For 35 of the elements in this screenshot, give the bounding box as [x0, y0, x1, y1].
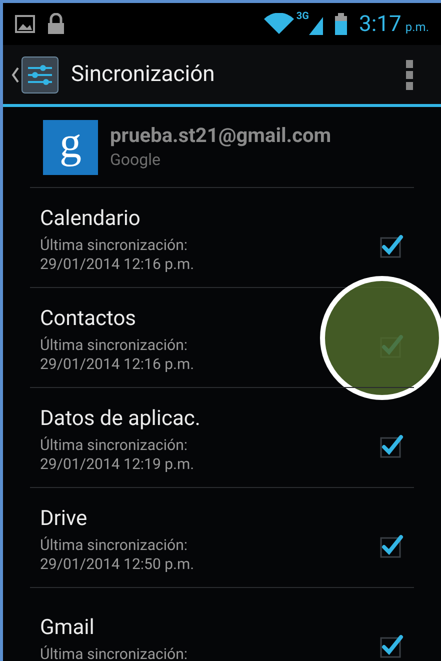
sync-item-name: Contactos	[40, 306, 138, 332]
image-icon	[15, 15, 35, 33]
sync-status-label: Última sincronización:	[40, 436, 188, 455]
checkbox[interactable]	[378, 232, 404, 258]
sync-item-name: Calendario	[40, 206, 142, 232]
sync-row[interactable]: Gmail Última sincronización:	[30, 587, 414, 661]
sync-item-name: Gmail	[40, 615, 96, 642]
wifi-icon	[264, 13, 294, 35]
checkbox[interactable]	[378, 632, 404, 658]
sync-date: 29/01/2014 12:16 p.m.	[40, 254, 196, 274]
sync-item-name: Datos de aplicac.	[40, 406, 202, 432]
sync-date: 29/01/2014 12:50 p.m.	[40, 554, 196, 574]
account-type: Google	[110, 148, 162, 170]
clock-period: p.m.	[405, 19, 429, 36]
back-chevron-icon	[11, 66, 19, 82]
sync-status-label: Última sincronización:	[40, 536, 188, 555]
sync-status-label: Última sincronización:	[40, 236, 188, 255]
sync-status-label: Última sincronización:	[40, 645, 188, 661]
sync-status-label: Última sincronización:	[40, 336, 188, 355]
settings-sliders-icon	[21, 56, 59, 94]
network-type: 3G	[296, 10, 309, 24]
lock-icon	[47, 13, 65, 35]
logo-letter: g	[60, 121, 82, 165]
sync-row[interactable]: Drive Última sincronización: 29/01/2014 12:50 p.m.	[30, 487, 414, 587]
sync-date: 29/01/2014 12:19 p.m.	[40, 454, 196, 474]
back-button[interactable]	[11, 56, 59, 94]
sync-row[interactable]: Datos de aplicac. Última sincronización: 29/01/2014 12:19 p.m.	[30, 387, 414, 487]
clock: 3:17	[358, 10, 402, 38]
sync-date: 29/01/2014 12:16 p.m.	[40, 354, 196, 374]
checkbox[interactable]	[378, 532, 404, 558]
sync-item-name: Drive	[40, 506, 88, 532]
screen-title: Sincronización	[71, 61, 215, 89]
checkbox[interactable]	[378, 432, 404, 458]
account-email: prueba.st21@gmail.com	[110, 122, 332, 148]
battery-icon	[334, 13, 347, 35]
